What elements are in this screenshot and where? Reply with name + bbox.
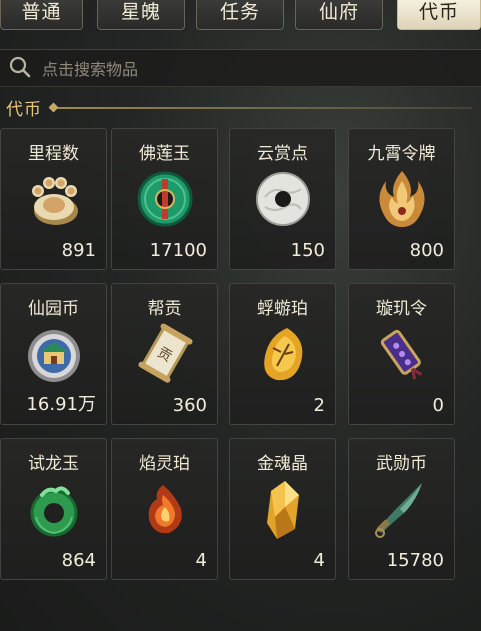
token-count: 891 — [61, 240, 96, 261]
token-card[interactable]: 焰灵珀 4 — [111, 438, 218, 580]
gold-crystal-icon — [267, 481, 299, 539]
search-bar — [0, 49, 481, 87]
section-divider — [52, 107, 472, 109]
fire-stone-icon — [148, 485, 182, 534]
token-count: 4 — [313, 550, 325, 571]
token-card[interactable]: 帮贡 贡 360 — [111, 283, 218, 425]
jade-ring-icon — [137, 171, 193, 227]
token-count: 16.91万 — [26, 394, 96, 415]
token-card[interactable]: 璇玑令 0 — [348, 283, 455, 425]
token-count: 0 — [432, 395, 444, 416]
token-name: 璇玑令 — [376, 299, 427, 319]
token-name: 佛莲玉 — [139, 144, 190, 164]
tab-bar: 普通 星魄 任务 仙府 代币 — [0, 0, 481, 30]
token-count: 15780 — [386, 550, 444, 571]
blade-coin-icon — [375, 483, 422, 538]
search-icon[interactable] — [8, 55, 32, 79]
token-name: 金魂晶 — [257, 454, 308, 474]
purple-token-icon — [380, 329, 423, 380]
tab-task[interactable]: 任务 — [196, 0, 284, 30]
token-card[interactable]: 云赏点 150 — [229, 128, 336, 270]
token-count: 2 — [313, 395, 325, 416]
search-input[interactable] — [40, 56, 424, 82]
token-name: 蜉蝣珀 — [257, 299, 308, 319]
token-card[interactable]: 武勋币 15780 — [348, 438, 455, 580]
token-card[interactable]: 仙园币 16.91万 — [0, 283, 107, 425]
tab-normal[interactable]: 普通 — [0, 0, 83, 30]
token-name: 帮贡 — [147, 299, 182, 319]
token-count: 800 — [409, 240, 444, 261]
token-name: 云赏点 — [257, 144, 308, 164]
token-count: 864 — [61, 550, 96, 571]
token-card[interactable]: 里程数 891 — [0, 128, 107, 270]
flame-token-icon — [379, 171, 425, 227]
tab-star-soul[interactable]: 星魄 — [97, 0, 185, 30]
token-card[interactable]: 试龙玉 864 — [0, 438, 107, 580]
token-name: 九霄令牌 — [367, 144, 436, 164]
section-title: 代币 — [6, 100, 42, 120]
amber-icon — [264, 328, 303, 381]
token-name: 武勋币 — [376, 454, 427, 474]
token-card[interactable]: 蜉蝣珀 2 — [229, 283, 336, 425]
token-card[interactable]: 九霄令牌 800 — [348, 128, 455, 270]
scroll-icon: 贡 — [138, 323, 193, 383]
token-name: 仙园币 — [28, 299, 79, 319]
tab-tokens[interactable]: 代币 — [397, 0, 481, 30]
dragon-jade-icon — [30, 486, 78, 537]
token-count: 360 — [172, 395, 207, 416]
token-count: 4 — [195, 550, 207, 571]
token-card[interactable]: 佛莲玉 17100 — [111, 128, 218, 270]
tab-immortal-house[interactable]: 仙府 — [295, 0, 383, 30]
coin-icon — [28, 330, 80, 382]
white-disc-icon — [256, 172, 310, 226]
token-card[interactable]: 金魂晶 4 — [229, 438, 336, 580]
token-name: 里程数 — [28, 144, 79, 164]
token-name: 试龙玉 — [28, 454, 79, 474]
token-count: 17100 — [149, 240, 207, 261]
paw-icon — [32, 177, 78, 225]
token-name: 焰灵珀 — [139, 454, 190, 474]
token-count: 150 — [290, 240, 325, 261]
